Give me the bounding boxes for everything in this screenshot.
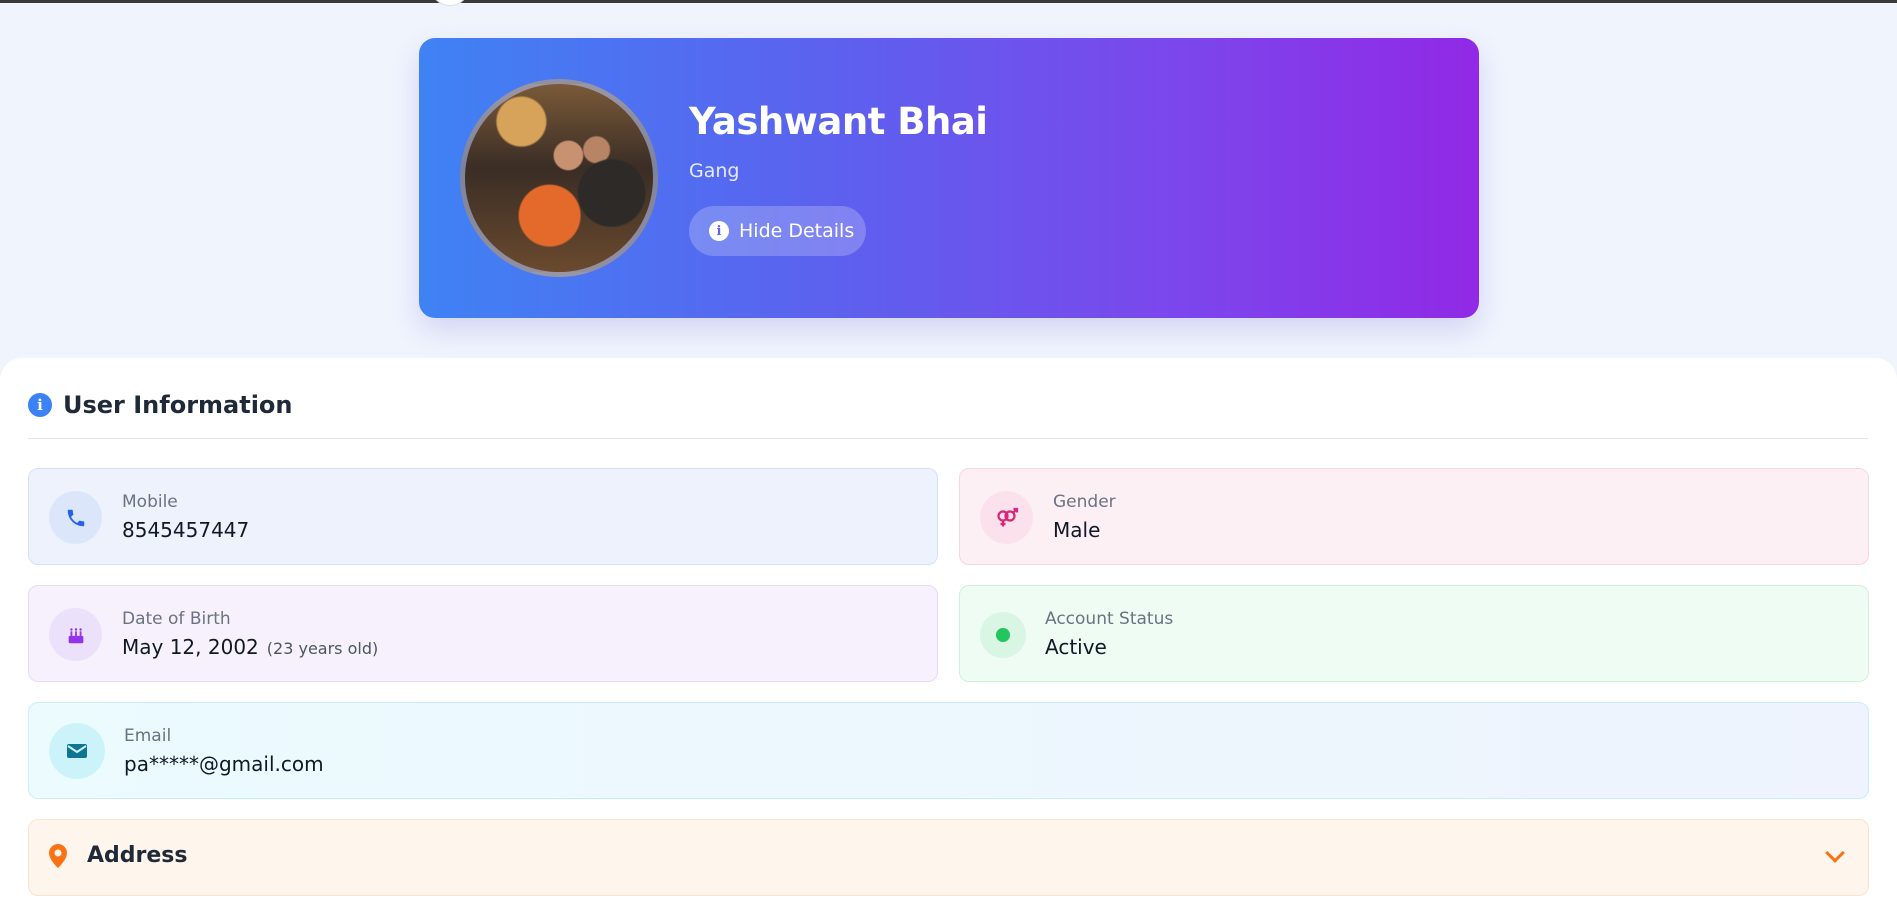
gender-icon [980,491,1033,544]
gender-card: Gender Male [959,468,1869,565]
user-information-panel: i User Information Mobile 8545457447 Gen… [0,358,1897,914]
cake-icon [49,608,102,661]
dob-label: Date of Birth [122,609,231,629]
profile-subtitle: Gang [689,160,740,182]
mail-icon [49,723,105,779]
gender-label: Gender [1053,492,1116,512]
profile-avatar[interactable] [460,79,658,277]
mobile-label: Mobile [122,492,178,512]
address-label: Address [87,843,188,868]
phone-icon [49,491,102,544]
email-value: pa*****@gmail.com [124,752,324,776]
info-icon: i [709,221,729,241]
section-title: User Information [63,391,293,419]
section-header: i User Information [28,391,293,419]
profile-name: Yashwant Bhai [689,100,988,143]
hide-details-button[interactable]: i Hide Details [689,206,866,256]
top-border [0,0,1897,3]
status-dot [996,628,1010,642]
hide-details-label: Hide Details [739,220,855,242]
dob-age: (23 years old) [266,639,379,658]
profile-header-card: Yashwant Bhai Gang i Hide Details [419,38,1479,318]
status-dot-icon [980,612,1026,658]
account-status-card: Account Status Active [959,585,1869,682]
info-icon: i [28,393,52,417]
email-label: Email [124,726,172,746]
dob-value: May 12, 2002 [122,635,259,659]
gender-value: Male [1053,518,1101,542]
mobile-value: 8545457447 [122,518,250,542]
account-status-value: Active [1045,635,1107,659]
map-pin-icon [49,844,67,874]
dob-card: Date of Birth May 12, 2002 (23 years old) [28,585,938,682]
chevron-down-icon[interactable] [1825,843,1845,863]
email-card: Email pa*****@gmail.com [28,702,1869,799]
account-status-label: Account Status [1045,609,1174,629]
dob-value-row: May 12, 2002 (23 years old) [122,635,378,659]
address-accordion[interactable]: Address [28,819,1869,896]
divider [28,438,1868,439]
mobile-card: Mobile 8545457447 [28,468,938,565]
